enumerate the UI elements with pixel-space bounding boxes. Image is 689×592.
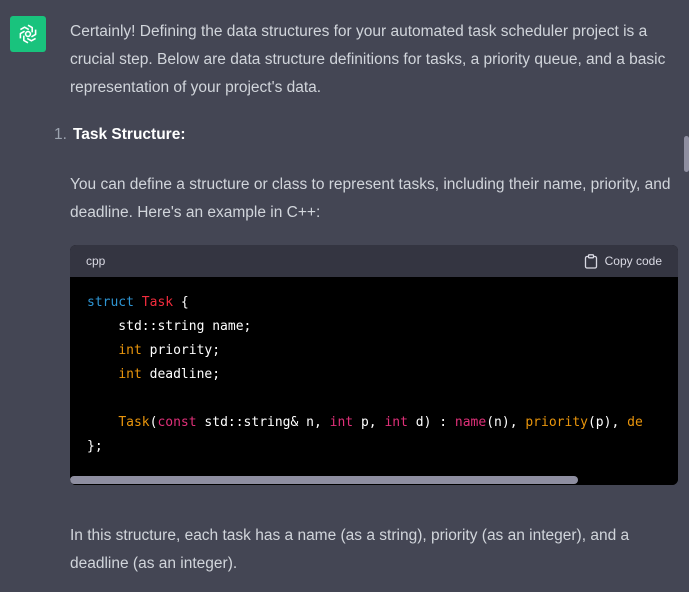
code-language-label: cpp bbox=[86, 254, 106, 268]
copy-code-label: Copy code bbox=[604, 254, 662, 268]
code-scrollbar-track[interactable] bbox=[70, 476, 678, 485]
list-title: Task Structure: bbox=[72, 126, 186, 143]
openai-logo-icon bbox=[19, 24, 37, 44]
code-line: int deadline; bbox=[118, 367, 221, 382]
intro-paragraph: Certainly! Defining the data structures … bbox=[70, 23, 666, 96]
code-line: struct Task { bbox=[87, 295, 189, 310]
assistant-avatar bbox=[10, 16, 46, 52]
list-item-task-structure: 1. Task Structure: bbox=[54, 124, 186, 146]
page-scrollbar-thumb[interactable] bbox=[684, 136, 689, 172]
code-content: struct Task { std::string name; int prio… bbox=[70, 277, 678, 485]
code-block: cpp Copy code struct Task { std::string … bbox=[70, 245, 678, 485]
list-number: 1. bbox=[54, 126, 67, 143]
code-line: }; bbox=[87, 439, 103, 454]
summary-paragraph: In this structure, each task has a name … bbox=[70, 527, 630, 572]
code-line: std::string name; bbox=[87, 319, 252, 334]
code-header: cpp Copy code bbox=[70, 245, 678, 277]
copy-code-button[interactable]: Copy code bbox=[584, 253, 662, 269]
code-line: Task(const std::string& n, int p, int d)… bbox=[118, 415, 643, 430]
code-line: int priority; bbox=[118, 343, 221, 358]
clipboard-icon bbox=[584, 253, 597, 269]
description-paragraph: You can define a structure or class to r… bbox=[70, 176, 671, 221]
code-scrollbar-thumb[interactable] bbox=[70, 476, 578, 484]
